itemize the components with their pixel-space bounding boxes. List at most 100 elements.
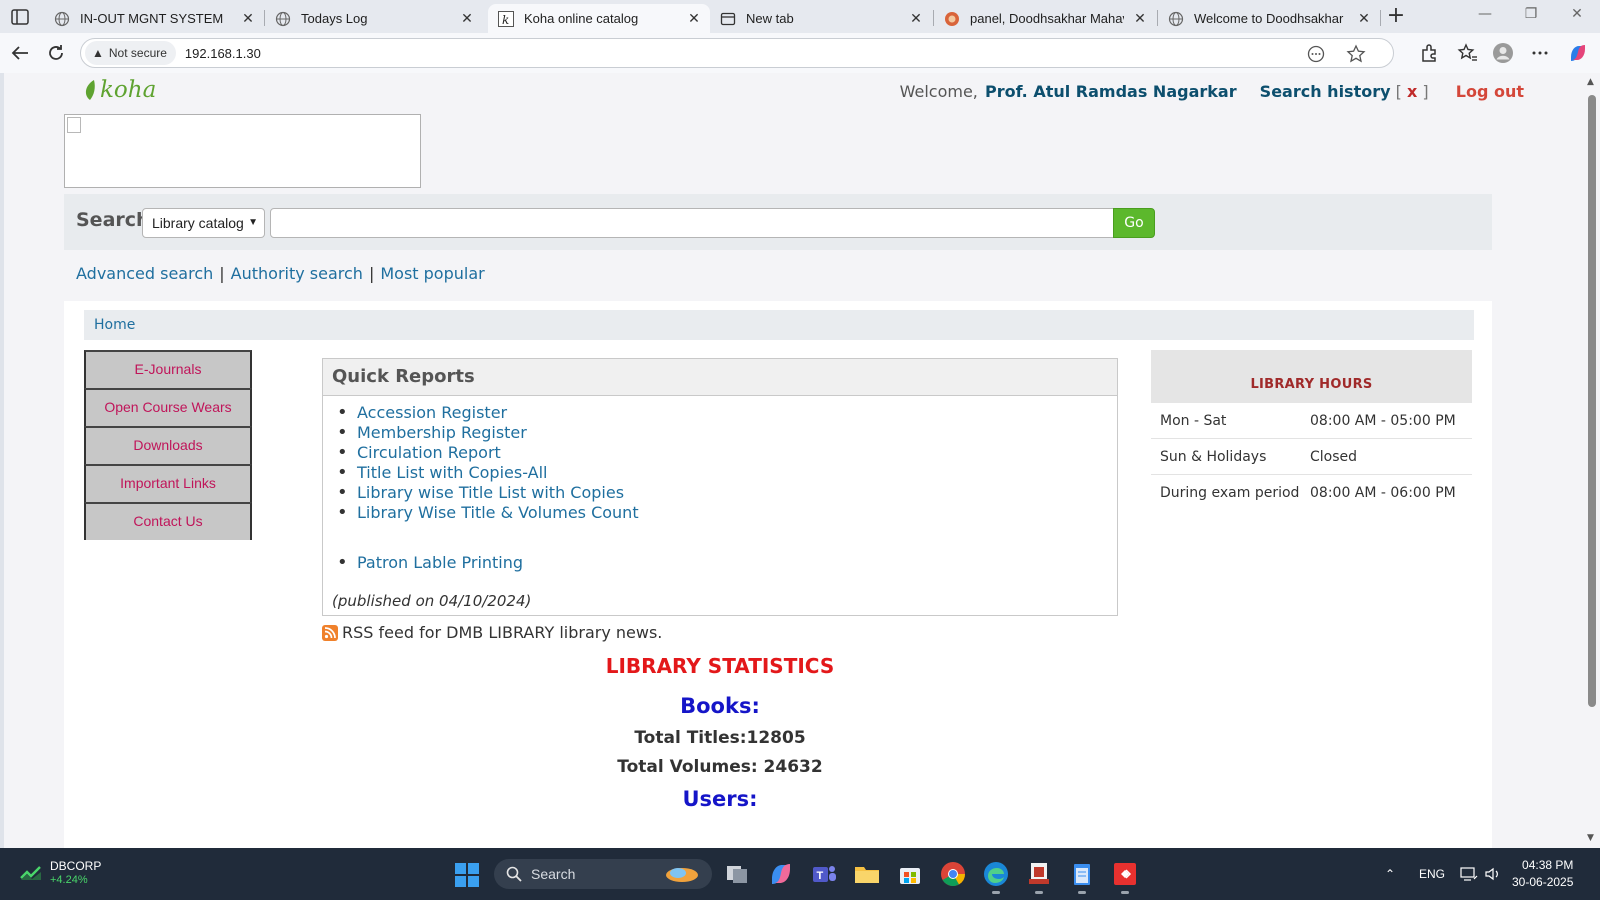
authority-search-link[interactable]: Authority search: [231, 264, 363, 283]
close-icon[interactable]: ✕: [240, 11, 256, 27]
task-view-icon[interactable]: [723, 860, 751, 888]
notepad-icon[interactable]: [1068, 860, 1096, 894]
url-text[interactable]: 192.168.1.30: [185, 46, 261, 61]
language-indicator[interactable]: ENG: [1419, 848, 1445, 900]
report-link-accession-register[interactable]: Accession Register: [357, 403, 507, 422]
advanced-search-link[interactable]: Advanced search: [76, 264, 213, 283]
tab-doodhsakhar-panel[interactable]: panel, Doodhsakhar Mahavidy ✕: [934, 4, 1156, 33]
reload-icon[interactable]: [45, 42, 67, 64]
windows-taskbar: DBCORP +4.24% Search T ⌃ ENG 04:38 PM 30…: [0, 848, 1600, 900]
quick-reports-list: Accession Register Membership Register C…: [323, 403, 1117, 573]
microsoft-store-icon[interactable]: [896, 860, 924, 888]
list-item: Membership Register: [337, 423, 1117, 443]
copilot-app-icon[interactable]: [767, 860, 795, 888]
reading-mode-icon[interactable]: [1306, 44, 1326, 64]
not-secure-badge[interactable]: ▲ Not secure: [85, 41, 176, 65]
more-options-icon[interactable]: [1529, 42, 1551, 64]
chevron-down-icon: ▼: [248, 217, 258, 228]
new-tab-plus-icon[interactable]: +: [1385, 5, 1407, 28]
broken-image-icon: [67, 117, 81, 133]
tab-koha-online-catalog[interactable]: k Koha online catalog ✕: [488, 4, 710, 33]
nav-item-downloads[interactable]: Downloads: [84, 426, 252, 464]
profile-avatar-icon[interactable]: [1492, 42, 1514, 64]
tab-todays-log[interactable]: Todays Log ✕: [265, 4, 483, 33]
list-item: Library wise Title List with Copies: [337, 483, 1117, 503]
quick-reports-title: Quick Reports: [323, 359, 1117, 396]
nav-item-open-course-wears[interactable]: Open Course Wears: [84, 388, 252, 426]
teams-icon[interactable]: T: [810, 860, 838, 888]
library-hours-title: LIBRARY HOURS: [1151, 350, 1472, 403]
system-clock[interactable]: 04:38 PM 30-06-2025: [1512, 857, 1573, 891]
nav-item-important-links[interactable]: Important Links: [84, 464, 252, 502]
document-app-icon[interactable]: [1025, 860, 1053, 894]
search-bar: Search Library catalog ▼ Go: [64, 194, 1492, 250]
windows-start-icon[interactable]: [455, 863, 479, 887]
list-item: Library Wise Title & Volumes Count: [337, 503, 1117, 523]
total-titles: Total Titles:12805: [634, 728, 806, 748]
anydesk-icon[interactable]: [1111, 860, 1139, 894]
scrollbar-thumb[interactable]: [1588, 95, 1596, 707]
copilot-icon[interactable]: [1567, 42, 1589, 64]
rss-icon: [322, 624, 338, 641]
show-hidden-icons-chevron-icon[interactable]: ⌃: [1385, 848, 1395, 900]
network-icon[interactable]: [1460, 848, 1478, 900]
chrome-icon[interactable]: [939, 860, 967, 888]
tab-new-tab[interactable]: New tab ✕: [710, 4, 932, 33]
globe-icon: [275, 11, 291, 26]
stock-widget[interactable]: DBCORP +4.24%: [20, 859, 101, 887]
left-navigation: E-Journals Open Course Wears Downloads I…: [84, 350, 252, 540]
nav-item-e-journals[interactable]: E-Journals: [84, 350, 252, 388]
rss-feed-link[interactable]: RSS feed for DMB LIBRARY library news.: [322, 623, 662, 642]
minimize-icon[interactable]: —: [1470, 6, 1500, 26]
tab-actions-icon[interactable]: [10, 7, 30, 27]
newtab-icon: [720, 12, 736, 25]
svg-text:T: T: [817, 870, 824, 882]
address-bar[interactable]: ▲ Not secure 192.168.1.30: [80, 38, 1394, 68]
tab-separator: [1380, 10, 1381, 26]
scroll-down-icon[interactable]: ▼: [1587, 833, 1594, 843]
search-history-link[interactable]: Search history: [1260, 82, 1391, 101]
tab-welcome-doodhsakhar[interactable]: Welcome to Doodhsakhar Mal ✕: [1158, 4, 1380, 33]
clear-history-link[interactable]: x: [1407, 82, 1417, 101]
close-icon[interactable]: ✕: [1132, 11, 1148, 27]
logo-text: koha: [100, 77, 157, 103]
page-scrollbar[interactable]: ▲ ▼: [1584, 73, 1600, 848]
user-name-link[interactable]: Prof. Atul Ramdas Nagarkar: [985, 82, 1237, 101]
volume-icon[interactable]: [1484, 848, 1502, 900]
breadcrumb-home-link[interactable]: Home: [94, 317, 135, 333]
favorite-star-icon[interactable]: [1346, 44, 1366, 64]
most-popular-link[interactable]: Most popular: [380, 264, 484, 283]
breadcrumb: Home: [84, 310, 1474, 340]
nav-item-contact-us[interactable]: Contact Us: [84, 502, 252, 540]
file-explorer-icon[interactable]: [853, 860, 881, 888]
window-close-icon[interactable]: ✕: [1562, 6, 1592, 26]
hours-day: Sun & Holidays: [1160, 448, 1267, 465]
close-icon[interactable]: ✕: [908, 11, 924, 27]
extensions-icon[interactable]: [1418, 42, 1440, 64]
logout-link[interactable]: Log out: [1456, 82, 1524, 101]
taskbar-search-box[interactable]: Search: [494, 859, 712, 889]
back-arrow-icon[interactable]: [9, 42, 31, 64]
scroll-up-icon[interactable]: ▲: [1587, 77, 1594, 87]
more-searches-links: Advanced search | Authority search | Most po…: [76, 264, 485, 283]
close-icon[interactable]: ✕: [459, 11, 475, 27]
report-link-title-list-copies-all[interactable]: Title List with Copies-All: [357, 463, 547, 482]
hours-row: Sun & Holidays Closed: [1151, 439, 1472, 475]
report-link-membership-register[interactable]: Membership Register: [357, 423, 527, 442]
favorites-icon[interactable]: [1457, 42, 1479, 64]
report-link-title-volumes-count[interactable]: Library Wise Title & Volumes Count: [357, 503, 639, 522]
search-input[interactable]: [270, 208, 1114, 238]
close-icon[interactable]: ✕: [686, 11, 702, 27]
link-separator: |: [368, 264, 375, 283]
koha-logo[interactable]: koha: [82, 77, 156, 103]
tab-in-out-mgnt[interactable]: IN-OUT MGNT SYSTEM ✕: [44, 4, 264, 33]
report-link-circulation-report[interactable]: Circulation Report: [357, 443, 501, 462]
stock-name: DBCORP: [50, 859, 102, 873]
go-button[interactable]: Go: [1113, 208, 1155, 238]
close-icon[interactable]: ✕: [1356, 11, 1372, 27]
search-scope-select[interactable]: Library catalog ▼: [142, 208, 265, 238]
report-link-patron-label-printing[interactable]: Patron Lable Printing: [357, 553, 523, 572]
report-link-library-wise-title-list[interactable]: Library wise Title List with Copies: [357, 483, 624, 502]
edge-icon[interactable]: [982, 860, 1010, 894]
restore-icon[interactable]: ❐: [1516, 6, 1546, 26]
